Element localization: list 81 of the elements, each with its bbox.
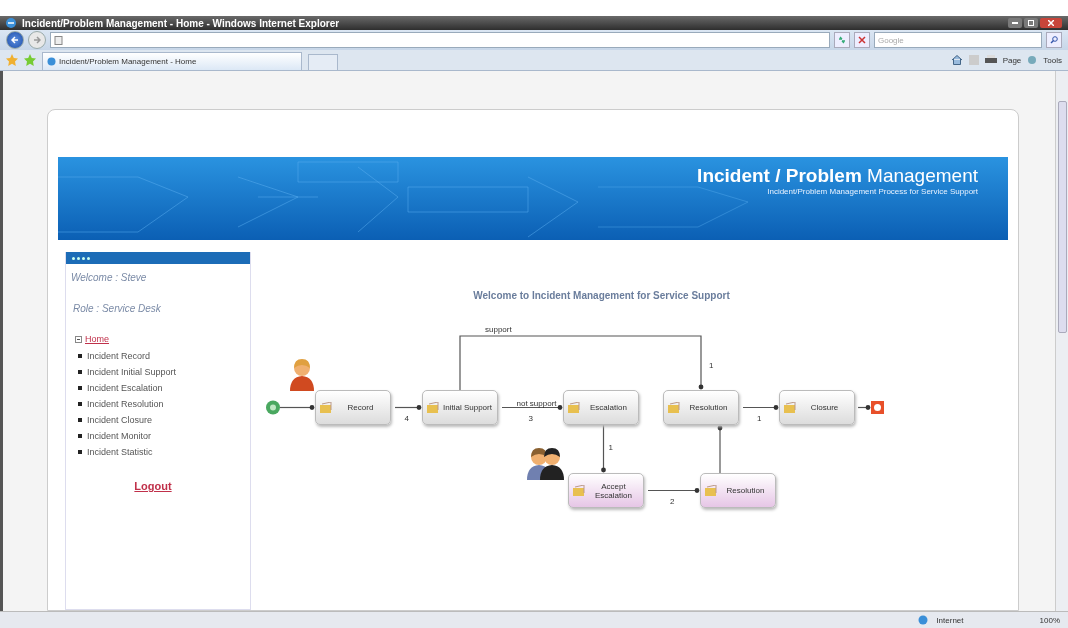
bullet-icon [78,370,82,374]
security-zone-text: Internet [936,615,964,625]
process-node[interactable]: Initial Support [422,390,498,425]
zoom-level[interactable]: 100% [1039,615,1060,625]
task-icon [784,401,796,414]
bullet-icon [78,386,82,390]
task-icon [320,401,332,414]
menu-link[interactable]: Incident Initial Support [87,367,177,377]
bullet-icon [78,402,82,406]
menu-link[interactable]: Incident Record [87,351,151,361]
connector-label: support [485,325,512,334]
menu-link[interactable]: Incident Escalation [87,383,163,393]
start-event-icon [266,400,280,415]
count-label: 1 [757,413,762,423]
banner-subtitle: Incident/Problem Management Process for Service Support [767,187,978,196]
process-node[interactable]: Escalation [563,390,639,425]
banner-title: Incident / Problem Management [697,165,978,187]
task-icon [573,484,585,497]
close-button[interactable] [1040,18,1062,28]
browser-tab[interactable]: Incident/Problem Management - Home [42,52,302,70]
back-arrow-icon [11,36,19,44]
logout-link[interactable]: Logout [134,480,172,492]
browser-logo-icon [47,57,56,66]
add-favorite-star-icon[interactable] [24,54,36,66]
minimize-button[interactable] [1008,18,1022,28]
people-icon [527,448,564,480]
count-label: 1 [709,361,714,370]
bullet-icon [78,450,82,454]
back-button[interactable] [6,31,24,49]
bullet-icon [78,354,82,358]
search-button[interactable] [1046,32,1062,48]
page-menu[interactable]: Page [1002,55,1022,65]
browser-logo-icon [6,18,16,28]
count-label: 3 [528,413,533,423]
minimize-icon [1012,22,1018,24]
menu-link[interactable]: Incident Statistic [87,447,153,457]
stop-button[interactable] [854,32,870,48]
connector-label: not support [516,398,557,408]
menu-link[interactable]: Incident Closure [87,415,153,425]
page-icon [54,35,63,45]
count-label: 4 [404,413,409,423]
bullet-icon [78,418,82,422]
process-node[interactable]: Record [315,390,391,425]
search-field[interactable]: Google [874,32,1042,48]
maximize-button[interactable] [1024,18,1038,28]
menu-link[interactable]: Incident Monitor [87,431,152,441]
bullet-icon [78,434,82,438]
search-icon [1050,36,1058,44]
task-icon [427,401,439,414]
role-text: Role : Service Desk [73,303,162,314]
favorites-star-icon[interactable] [6,54,18,66]
refresh-icon [838,36,846,44]
globe-icon [918,615,929,625]
task-icon [705,484,717,497]
address-field[interactable] [50,32,830,48]
home-icon[interactable] [950,55,963,65]
maximize-icon [1028,20,1034,26]
page-heading: Welcome to Incident Management for Service Support [473,290,730,301]
forward-arrow-icon [33,36,41,44]
collapse-icon[interactable] [75,335,82,343]
refresh-button[interactable] [834,32,850,48]
task-icon [568,401,580,414]
printer-icon[interactable] [984,55,997,65]
process-node[interactable]: Resolution [700,473,776,508]
scrollbar[interactable] [1055,71,1068,611]
close-icon [858,36,866,44]
end-event-icon [871,401,884,414]
count-label: 1 [608,443,613,452]
process-node[interactable]: Resolution [663,390,739,425]
forward-button[interactable] [28,31,46,49]
process-node[interactable]: Accept Escalation [568,473,644,508]
menu-link[interactable]: Incident Resolution [87,399,164,409]
home-link[interactable]: Home [85,334,109,344]
close-icon [1048,20,1054,26]
welcome-text: Welcome : Steve [71,272,148,283]
count-label: 2 [670,496,675,506]
tools-menu[interactable]: Tools [1043,55,1062,65]
person-icon [290,359,314,391]
process-node[interactable]: Closure [779,390,855,425]
window-title: Incident/Problem Management - Home - Windows Internet Explorer [22,17,340,29]
task-icon [668,401,680,414]
